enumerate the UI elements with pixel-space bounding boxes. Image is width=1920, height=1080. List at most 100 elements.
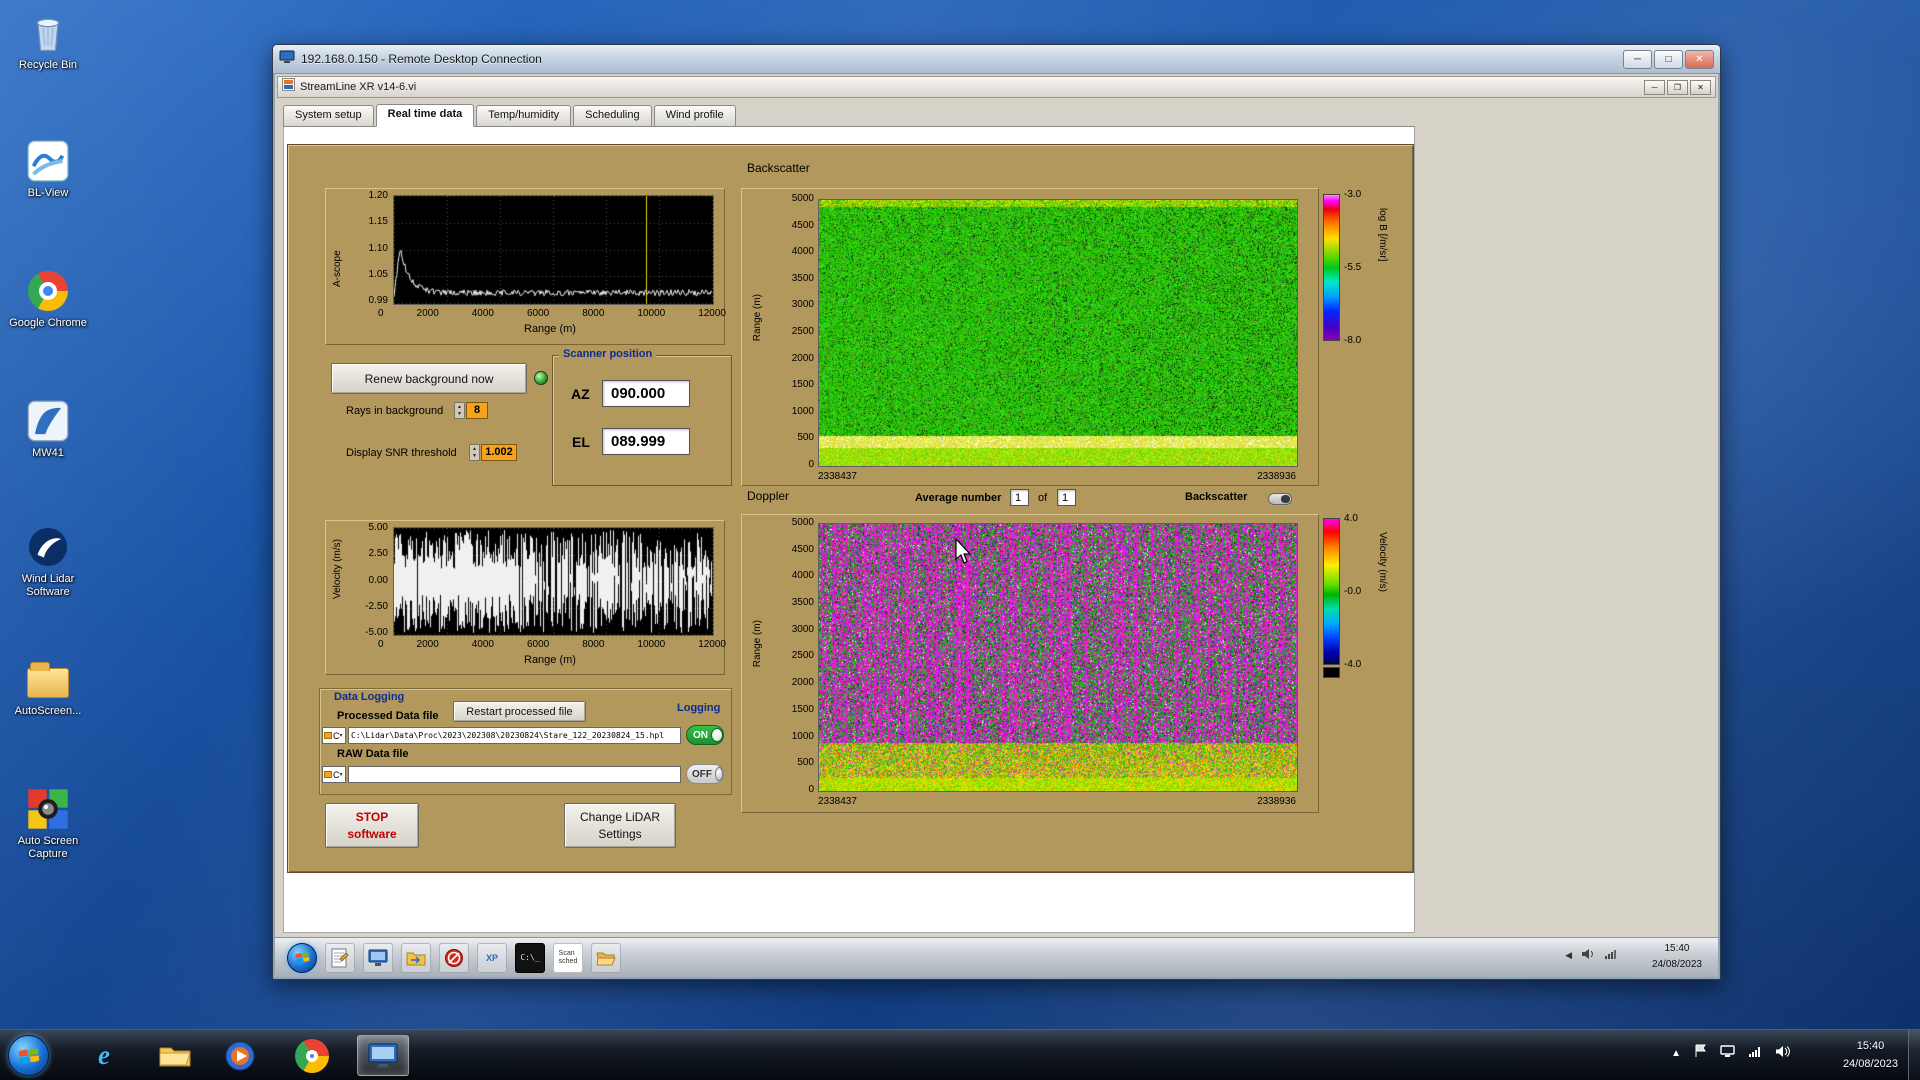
close-button[interactable]: ✕	[1685, 50, 1714, 69]
tab-system-setup[interactable]: System setup	[283, 105, 374, 126]
network-icon[interactable]	[1748, 1045, 1762, 1063]
toggle-knob	[711, 728, 723, 742]
maximize-button[interactable]: □	[1654, 50, 1683, 69]
toggle-state-label: OFF	[692, 769, 712, 780]
notepad-icon[interactable]	[325, 943, 355, 973]
app-close-button[interactable]: ✕	[1690, 80, 1711, 95]
rays-spinner[interactable]: ▲ ▼	[454, 402, 465, 419]
backscatter-title: Backscatter	[747, 161, 810, 175]
change-lidar-settings-button[interactable]: Change LiDAR Settings	[564, 803, 676, 848]
tick-label: 1000	[792, 406, 814, 417]
desktop-icon-autoscreen-folder[interactable]: AutoScreen...	[0, 656, 96, 718]
snr-value-field[interactable]: 1.002	[481, 444, 517, 461]
background-led[interactable]	[534, 371, 548, 385]
desktop-icon-label: Wind Lidar Software	[0, 573, 96, 599]
average-total-field[interactable]: 1	[1057, 489, 1076, 506]
show-desktop-button[interactable]	[1908, 1030, 1920, 1080]
remote-start-button[interactable]	[287, 943, 317, 973]
rdp-window-icon	[279, 50, 295, 69]
tick-label: 5000	[792, 193, 814, 204]
processed-path-field[interactable]: C:\Lidar\Data\Proc\2023\202308\20230824\…	[348, 727, 681, 744]
tick-label: 2000	[417, 639, 439, 650]
average-number-field[interactable]: 1	[1010, 489, 1029, 506]
hidden-icons-chevron[interactable]: ▲	[1671, 1048, 1681, 1059]
tick-label: 0	[808, 459, 814, 470]
velocity-ylabel: Velocity (m/s)	[332, 539, 343, 599]
volume-icon[interactable]	[1775, 1045, 1790, 1063]
taskbar-ie[interactable]: e	[78, 1035, 130, 1076]
tick-label: 1.20	[369, 190, 388, 201]
app-minimize-button[interactable]: ─	[1644, 80, 1665, 95]
snr-spinner[interactable]: ▲ ▼	[469, 444, 480, 461]
taskbar-media-player[interactable]	[214, 1035, 266, 1076]
raw-data-file-label: RAW Data file	[337, 748, 409, 760]
colorbar-ticks: -3.0 -5.5 -8.0	[1344, 189, 1361, 346]
tick-label: 3500	[792, 273, 814, 284]
raw-path-field[interactable]	[348, 766, 681, 783]
processed-drive-selector[interactable]: C ▾	[322, 727, 346, 744]
raw-drive-selector[interactable]: C ▾	[322, 766, 346, 783]
backscatter-toggle[interactable]	[1268, 493, 1292, 505]
scan-sched-icon[interactable]: Scan sched	[553, 943, 583, 973]
taskbar-clock[interactable]: 15:40 24/08/2023	[1843, 1037, 1898, 1073]
volume-icon[interactable]	[1581, 948, 1595, 963]
rays-value-field[interactable]: 8	[466, 402, 488, 419]
tick-label: 10000	[637, 639, 665, 650]
processed-logging-toggle[interactable]: ON	[686, 725, 724, 745]
tab-wind-profile[interactable]: Wind profile	[654, 105, 736, 126]
tick-label: 0.99	[369, 295, 388, 306]
monitor-icon[interactable]	[363, 943, 393, 973]
desktop-icon-google-chrome[interactable]: Google Chrome	[0, 268, 96, 330]
network-icon[interactable]	[1604, 948, 1618, 963]
tick-label: 4.0	[1344, 513, 1358, 524]
app-restore-button[interactable]: ❐	[1667, 80, 1688, 95]
desktop-icon-label: Auto Screen Capture	[0, 835, 96, 861]
start-button[interactable]	[8, 1035, 49, 1076]
rdp-titlebar[interactable]: 192.168.0.150 - Remote Desktop Connectio…	[273, 45, 1720, 74]
desktop-icon-bl-view[interactable]: BL-View	[0, 138, 96, 200]
tick-label: 3000	[792, 624, 814, 635]
power-icon[interactable]	[439, 943, 469, 973]
el-field[interactable]: 089.999	[602, 428, 690, 455]
xp-app-icon[interactable]: XP	[477, 943, 507, 973]
taskbar-explorer[interactable]	[149, 1035, 201, 1076]
tab-temp-humidity[interactable]: Temp/humidity	[476, 105, 571, 126]
snr-label: Display SNR threshold	[346, 447, 457, 459]
desktop-icon-mw41[interactable]: MW41	[0, 398, 96, 460]
ascope-plot	[393, 195, 714, 305]
desktop-icon-auto-screen-capture[interactable]: Auto Screen Capture	[0, 786, 96, 861]
az-field[interactable]: 090.000	[602, 380, 690, 407]
display-icon[interactable]	[1720, 1045, 1735, 1063]
terminal-icon[interactable]: C:\_	[515, 943, 545, 973]
chevron-down-icon: ▾	[340, 771, 343, 778]
restart-processed-file-button[interactable]: Restart processed file	[453, 701, 586, 722]
mw41-icon	[25, 398, 71, 444]
tick-label: 4000	[472, 639, 494, 650]
desktop-icon-label: AutoScreen...	[0, 705, 96, 718]
tab-real-time-data[interactable]: Real time data	[376, 104, 475, 127]
remote-clock[interactable]: 15:40 24/08/2023	[1652, 941, 1702, 973]
folder-share-icon[interactable]	[401, 943, 431, 973]
minimize-button[interactable]: ─	[1623, 50, 1652, 69]
system-tray: ▲	[1671, 1044, 1790, 1063]
desktop-icon-wind-lidar[interactable]: Wind Lidar Software	[0, 524, 96, 599]
tick-label: 500	[797, 432, 814, 443]
doppler-colorbar: 4.0 -0.0 -4.0 Velocity (m/s)	[1323, 516, 1413, 681]
processed-data-file-label: Processed Data file	[337, 710, 439, 722]
tick-label: 3000	[792, 299, 814, 310]
renew-background-button[interactable]: Renew background now	[331, 363, 527, 394]
raw-logging-toggle[interactable]: OFF	[686, 764, 724, 784]
taskbar-rdp-active[interactable]	[357, 1035, 409, 1076]
desktop-icon-label: BL-View	[0, 187, 96, 200]
action-center-flag-icon[interactable]	[1694, 1044, 1707, 1063]
tick-label: 4500	[792, 220, 814, 231]
app-titlebar[interactable]: StreamLine XR v14-6.vi ─ ❐ ✕	[277, 76, 1716, 98]
open-folder-icon[interactable]	[591, 943, 621, 973]
stop-software-button[interactable]: STOP software	[325, 803, 419, 848]
desktop-icon-recycle-bin[interactable]: Recycle Bin	[0, 10, 96, 72]
taskbar-chrome[interactable]	[286, 1035, 338, 1076]
hidden-icons-chevron[interactable]: ◀	[1565, 950, 1572, 961]
tick-label: 2000	[792, 677, 814, 688]
az-label: AZ	[571, 386, 590, 402]
tab-scheduling[interactable]: Scheduling	[573, 105, 651, 126]
